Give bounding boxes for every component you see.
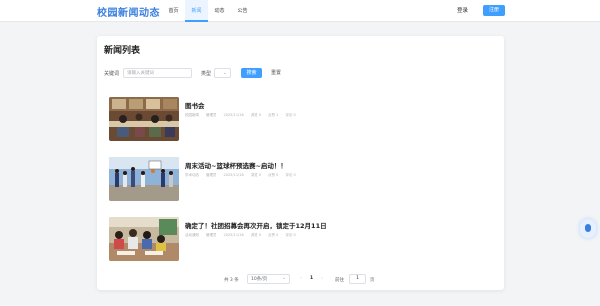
news-item[interactable]: 确定了！社团招募会再次开启，锁定于12月11日 活动通知 管理员 2025/11…: [109, 217, 489, 261]
pagination-total: 共 3 条: [224, 278, 239, 283]
keyword-label: 关键词: [104, 71, 120, 77]
page-size-select[interactable]: 10条/页 ⌄: [247, 274, 290, 284]
news-category: 校园新闻: [185, 113, 199, 117]
news-comments: 评论 0: [285, 233, 296, 237]
news-list-card: 新闻列表 关键词 请输入关键词 类型 ⌄ 搜索 重置 图书会 校园新闻 管理员 …: [97, 36, 504, 290]
news-meta: 学术动态 管理员 2025/11/16 浏览 0 点赞 0 评论 0: [185, 173, 303, 178]
news-item[interactable]: 图书会 校园新闻 管理员 2025/11/16 浏览 0 点赞 1 评论 0: [109, 97, 489, 141]
login-link[interactable]: 登录: [457, 6, 468, 14]
assistant-icon: [585, 224, 591, 232]
chevron-down-icon: ⌄: [281, 275, 286, 281]
next-page-button[interactable]: ›: [321, 276, 323, 281]
nav-item-dynamics[interactable]: 动态: [208, 0, 231, 22]
news-category: 活动通知: [185, 233, 199, 237]
news-title[interactable]: 确定了！社团招募会再次开启，锁定于12月11日: [185, 220, 327, 230]
classroom-photo: [109, 217, 179, 261]
nav-item-announcements[interactable]: 公告: [231, 0, 254, 22]
news-category: 学术动态: [185, 173, 199, 177]
news-meta: 活动通知 管理员 2025/11/16 浏览 0 点赞 0 评论 0: [185, 233, 303, 238]
search-button[interactable]: 搜索: [241, 68, 262, 78]
news-thumbnail[interactable]: [109, 217, 179, 261]
nav-item-home[interactable]: 首页: [162, 0, 185, 22]
news-date: 2025/11/16: [223, 173, 244, 177]
goto-label: 前往: [335, 278, 344, 283]
pagination: 共 3 条 10条/页 ⌄ ‹ 1 › 前往 1 页: [97, 274, 504, 284]
page-title: 新闻列表: [104, 46, 141, 56]
type-select[interactable]: ⌄: [214, 68, 231, 78]
goto-page-unit: 页: [370, 278, 375, 283]
site-logo[interactable]: 校园新闻动态: [97, 4, 160, 19]
news-views: 浏览 0: [250, 113, 262, 117]
news-title[interactable]: 周末活动~篮球杯预选赛~启动！！: [185, 160, 287, 170]
news-comments: 评论 0: [285, 173, 296, 177]
news-date: 2025/11/16: [223, 233, 244, 237]
news-views: 浏览 0: [250, 173, 262, 177]
type-label: 类型: [201, 71, 212, 77]
keyword-input[interactable]: 请输入关键词: [123, 68, 192, 78]
news-thumbnail[interactable]: [109, 97, 179, 141]
news-likes: 点赞 0: [268, 233, 279, 237]
nav-item-news[interactable]: 新闻: [185, 0, 208, 22]
news-date: 2025/11/16: [223, 113, 244, 117]
prev-page-button[interactable]: ‹: [300, 276, 302, 281]
floating-assistant-button[interactable]: [580, 219, 596, 238]
library-photo: [109, 97, 179, 141]
news-thumbnail[interactable]: [109, 157, 179, 201]
basketball-photo: [109, 157, 179, 201]
news-author: 管理员: [206, 233, 217, 237]
news-views: 浏览 0: [250, 233, 262, 237]
page-size-value: 10条/页: [251, 277, 268, 282]
news-meta: 校园新闻 管理员 2025/11/16 浏览 0 点赞 1 评论 0: [185, 113, 303, 118]
news-comments: 评论 0: [285, 113, 296, 117]
register-button[interactable]: 注册: [483, 5, 505, 16]
news-author: 管理员: [206, 113, 217, 117]
news-author: 管理员: [206, 173, 217, 177]
reset-button[interactable]: 重置: [267, 68, 285, 78]
news-title[interactable]: 图书会: [185, 100, 205, 110]
goto-page-input[interactable]: 1: [349, 274, 366, 284]
main-nav: 首页 新闻 动态 公告: [162, 0, 254, 22]
chevron-down-icon: ⌄: [222, 70, 227, 76]
news-item[interactable]: 周末活动~篮球杯预选赛~启动！！ 学术动态 管理员 2025/11/16 浏览 …: [109, 157, 489, 201]
top-navbar: 校园新闻动态 首页 新闻 动态 公告 登录 注册: [0, 0, 600, 22]
page-number-current[interactable]: 1: [310, 276, 313, 281]
news-likes: 点赞 0: [268, 173, 279, 177]
news-likes: 点赞 1: [268, 113, 279, 117]
